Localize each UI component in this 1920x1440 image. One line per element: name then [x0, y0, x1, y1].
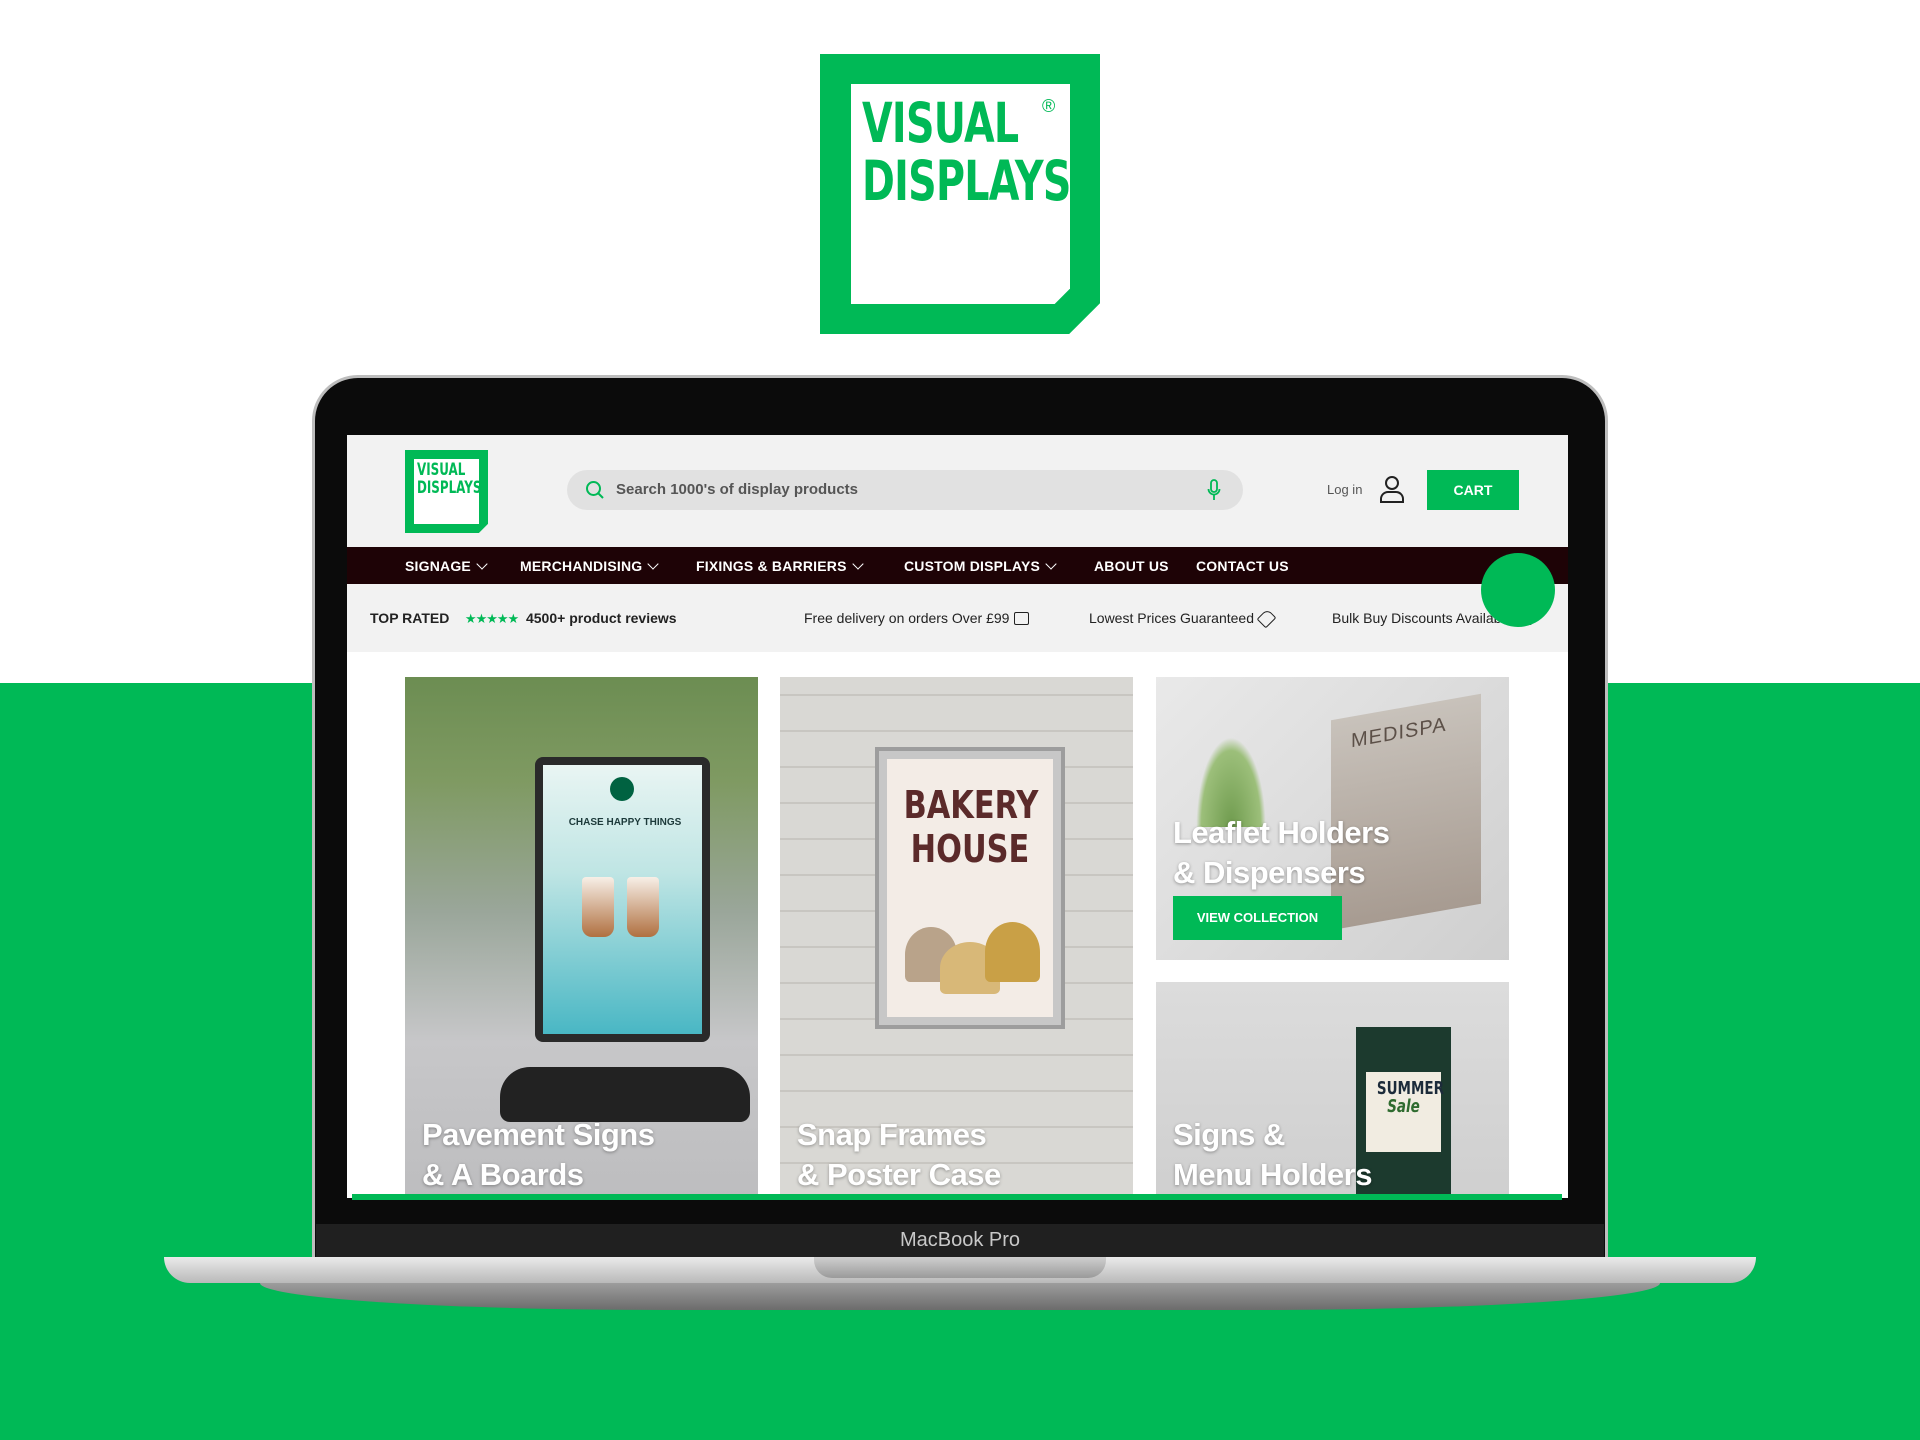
login-link[interactable]: Log in — [1327, 482, 1362, 497]
nav-item-fixings-barriers[interactable]: FIXINGS & BARRIERS — [696, 558, 864, 574]
usp-strip: TOP RATED ★★★★★ 4500+ product reviews Fr… — [347, 584, 1568, 652]
site-logo-line-1: VISUAL — [417, 460, 466, 480]
top-rated-block: TOP RATED ★★★★★ 4500+ product reviews — [370, 610, 677, 627]
registered-mark: ® — [1042, 96, 1056, 116]
bulk-text: Bulk Buy Discounts Available — [1332, 610, 1513, 626]
cart-button[interactable]: CART — [1427, 470, 1519, 510]
delivery-text: Free delivery on orders Over £99 — [804, 610, 1010, 626]
tile-signs-menu-holders[interactable]: SUMMER Sale Signs & Menu Holders — [1156, 982, 1509, 1198]
tile-title: Leaflet Holders & Dispensers — [1173, 815, 1390, 890]
tile-title: Pavement Signs & A Boards — [422, 1117, 655, 1192]
site-logo-line-2: DISPLAYS — [417, 478, 482, 498]
menu-sign-text: SUMMER Sale — [1376, 1078, 1445, 1117]
user-icon[interactable] — [1379, 475, 1405, 503]
poster-heading: BAKERY HOUSE — [903, 783, 1039, 871]
website-screen: VISUAL DISPLAYS Search 1000's of display … — [347, 435, 1568, 1198]
view-collection-button[interactable]: VIEW COLLECTION — [1173, 896, 1342, 940]
laptop-notch — [814, 1257, 1106, 1278]
nav-item-custom-displays[interactable]: CUSTOM DISPLAYS — [904, 558, 1057, 574]
a-board-poster — [543, 765, 702, 1034]
chevron-down-icon — [851, 558, 864, 570]
site-logo[interactable]: VISUAL DISPLAYS — [405, 450, 488, 533]
delivery-usp: Free delivery on orders Over £99 — [804, 610, 1030, 626]
site-header: VISUAL DISPLAYS Search 1000's of display … — [347, 435, 1568, 547]
screen-accent-line — [352, 1194, 1562, 1200]
search-input[interactable]: Search 1000's of display products — [616, 481, 858, 498]
coffee-logo-icon — [610, 777, 634, 801]
reviews-count: 4500+ product reviews — [525, 610, 677, 626]
logo-line-1: VISUAL — [862, 91, 1019, 155]
search-icon — [586, 481, 604, 499]
price-text: Lowest Prices Guaranteed — [1089, 610, 1254, 626]
price-usp: Lowest Prices Guaranteed — [1089, 608, 1277, 629]
nav-item-contact-us[interactable]: CONTACT US — [1196, 558, 1289, 574]
drink-image — [627, 877, 659, 937]
brand-logo: VISUAL DISPLAYS ® — [820, 54, 1100, 334]
microphone-icon[interactable] — [1207, 479, 1221, 501]
phone-call-button[interactable] — [1481, 553, 1555, 627]
nav-item-merchandising[interactable]: MERCHANDISING — [520, 558, 660, 574]
logo-line-2: DISPLAYS — [862, 149, 1071, 213]
tag-icon — [1256, 608, 1277, 629]
tile-snap-frames[interactable]: BAKERY HOUSE Snap Frames & Poster Case — [780, 677, 1133, 1198]
tile-title: Snap Frames & Poster Case — [797, 1117, 1001, 1192]
tile-leaflet-holders[interactable]: MEDISPA Leaflet Holders & Dispensers VIEW… — [1156, 677, 1509, 960]
chevron-down-icon — [647, 558, 660, 570]
cupcake-image — [985, 922, 1040, 982]
nav-item-about-us[interactable]: ABOUT US — [1094, 558, 1169, 574]
chevron-down-icon — [476, 558, 488, 570]
tile-pavement-signs[interactable]: CHASE HAPPY THINGS Pavement Signs & A Boa… — [405, 677, 758, 1198]
poster-slogan: CHASE HAPPY THINGS — [568, 817, 682, 828]
tile-title: Signs & Menu Holders — [1173, 1117, 1372, 1192]
a-board-base — [500, 1067, 750, 1122]
drink-image — [582, 877, 614, 937]
delivery-icon — [1014, 612, 1030, 625]
laptop-label: MacBook Pro — [316, 1224, 1604, 1257]
chevron-down-icon — [1045, 558, 1057, 570]
rating-stars: ★★★★★ — [464, 611, 519, 626]
laptop-base-underside — [260, 1283, 1660, 1310]
main-nav: SIGNAGE MERCHANDISING FIXINGS & BARRIERS… — [347, 547, 1568, 584]
top-rated-label: TOP RATED — [370, 610, 450, 626]
nav-item-signage[interactable]: SIGNAGE — [405, 558, 488, 574]
search-bar[interactable]: Search 1000's of display products — [567, 470, 1243, 510]
